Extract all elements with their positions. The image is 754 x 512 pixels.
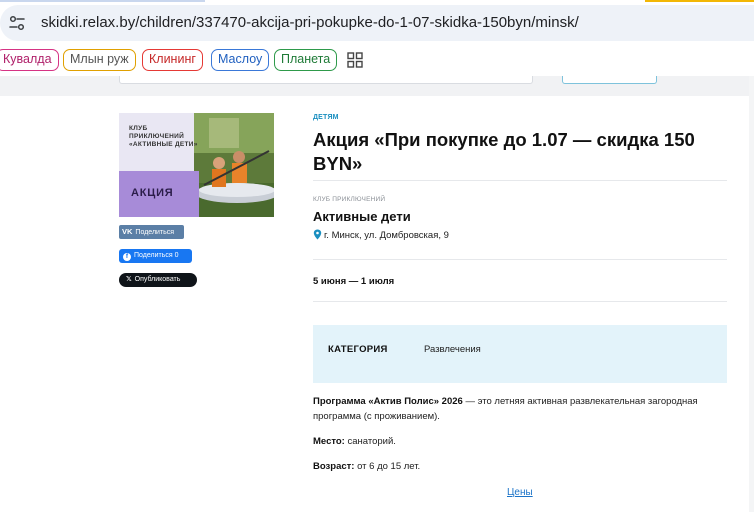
offer-description: Программа «Актив Полис» 2026 — это летня… xyxy=(313,394,727,484)
tab-edge-right xyxy=(645,0,754,2)
banner-club-line: ПРИКЛЮЧЕНИЙ xyxy=(129,133,185,140)
address-text: г. Минск, ул. Домбровская, 9 xyxy=(324,230,449,241)
search-input[interactable] xyxy=(119,76,533,84)
bookmark-mlyn-ruzh[interactable]: Млын руж xyxy=(63,49,136,71)
facebook-icon: f xyxy=(123,253,131,261)
description-paragraph: Возраст: от 6 до 15 лет. xyxy=(313,459,727,474)
offer-banner-image: КЛУБ ПРИКЛЮЧЕНИЙ «АКТИВНЫЕ ДЕТИ» АКЦИЯ xyxy=(119,113,274,217)
url-field[interactable]: skidki.relax.by/children/337470-akcija-p… xyxy=(0,5,754,41)
category-info-box: КАТЕГОРИЯ Развлечения xyxy=(313,325,727,383)
bookmark-planeta[interactable]: Планета xyxy=(274,49,338,71)
program-name: Программа «Актив Полис» 2026 xyxy=(313,396,463,407)
banner-club-text: КЛУБ ПРИКЛЮЧЕНИЙ «АКТИВНЫЕ ДЕТИ» xyxy=(129,125,198,149)
prices-link[interactable]: Цены xyxy=(507,487,533,498)
age-value: от 6 до 15 лет. xyxy=(354,461,421,472)
place-value: санаторий. xyxy=(344,436,396,447)
share-x-button[interactable]: 𝕏 Опубликовать xyxy=(119,273,197,287)
age-label: Возраст: xyxy=(313,461,355,472)
org-name-link[interactable]: Активные дети xyxy=(313,209,411,224)
bookmark-maslou[interactable]: Маслоу xyxy=(211,49,270,71)
map-pin-icon xyxy=(313,229,322,240)
divider xyxy=(313,259,727,260)
share-facebook-button[interactable]: f Поделиться 0 xyxy=(119,249,192,263)
category-value[interactable]: Развлечения xyxy=(424,344,481,355)
x-icon: 𝕏 xyxy=(126,276,132,283)
bookmarks-bar: Кувалда Млын руж Клининг Маслоу Планета xyxy=(0,44,754,76)
share-fb-label: Поделиться 0 xyxy=(134,252,179,259)
page-title: Акция «При покупке до 1.07 — скидка 150 … xyxy=(313,129,695,174)
share-vk-label: Поделиться xyxy=(135,229,175,236)
url-text[interactable]: skidki.relax.by/children/337470-akcija-p… xyxy=(41,14,579,31)
category-tag[interactable]: ДЕТЯМ xyxy=(313,114,339,121)
banner-club-line: КЛУБ xyxy=(129,125,148,132)
site-info-icon[interactable] xyxy=(8,14,26,32)
browser-address-bar: skidki.relax.by/children/337470-akcija-p… xyxy=(0,0,754,42)
description-paragraph: Программа «Актив Полис» 2026 — это летня… xyxy=(313,394,727,424)
apps-grid-icon[interactable] xyxy=(347,52,363,68)
category-key: КАТЕГОРИЯ xyxy=(328,344,388,355)
bookmark-kuvalda[interactable]: Кувалда xyxy=(0,49,59,71)
address-line[interactable]: г. Минск, ул. Домбровская, 9 xyxy=(313,229,449,241)
org-type-label: КЛУБ ПРИКЛЮЧЕНИЙ xyxy=(313,196,386,203)
share-vk-button[interactable]: VK Поделиться xyxy=(119,225,184,239)
bookmark-kliring[interactable]: Клининг xyxy=(142,49,203,71)
description-paragraph: Место: санаторий. xyxy=(313,434,727,449)
tab-strip-edge xyxy=(0,0,754,3)
search-button[interactable] xyxy=(562,76,657,84)
offer-dates: 5 июня — 1 июля xyxy=(313,276,395,287)
banner-promo-label: АКЦИЯ xyxy=(131,187,174,199)
scrollbar-track[interactable] xyxy=(749,76,754,512)
divider xyxy=(313,301,727,302)
tab-edge-left xyxy=(0,0,205,2)
page-content: КЛУБ ПРИКЛЮЧЕНИЙ «АКТИВНЫЕ ДЕТИ» АКЦИЯ V… xyxy=(0,76,754,512)
place-label: Место: xyxy=(313,436,345,447)
share-x-label: Опубликовать xyxy=(134,276,181,283)
divider xyxy=(313,180,727,181)
banner-club-line: «АКТИВНЫЕ ДЕТИ» xyxy=(129,141,198,148)
vk-icon: VK xyxy=(122,227,133,236)
